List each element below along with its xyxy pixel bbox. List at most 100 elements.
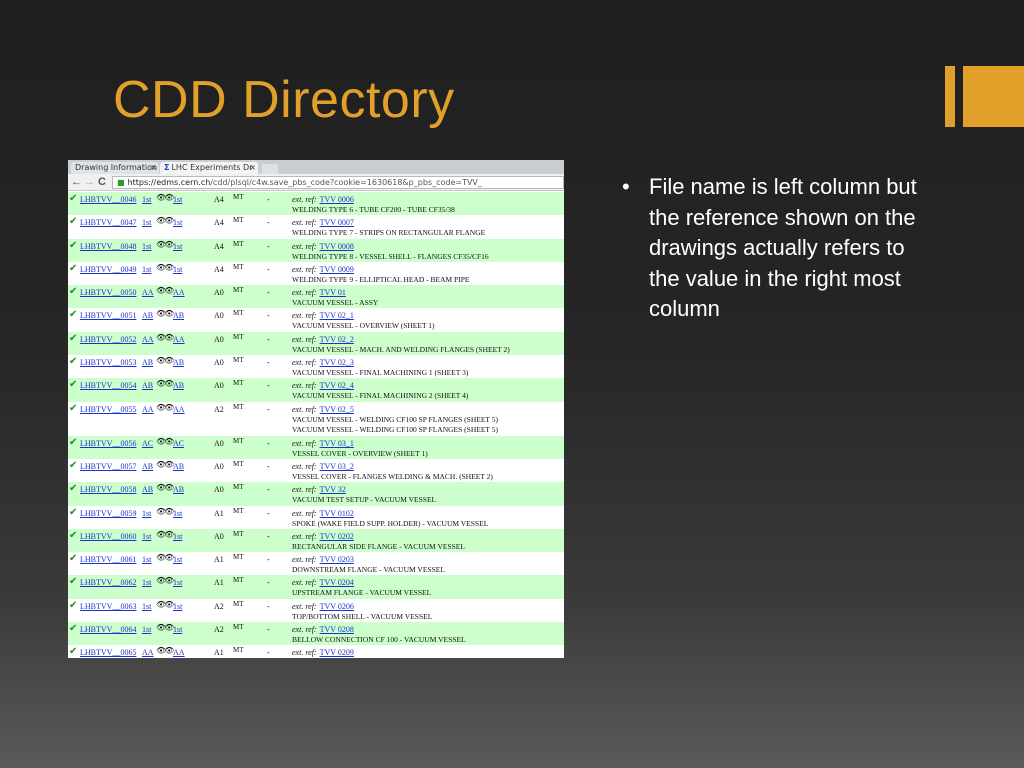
view-icon[interactable]: 👁👁	[156, 483, 174, 492]
drawing-code-link[interactable]: LHBTVV__0059	[80, 509, 136, 518]
drawing-code-link[interactable]: LHBTVV__0047	[80, 218, 136, 227]
revision-link-2[interactable]: AB	[173, 311, 184, 320]
view-icon[interactable]: 👁👁	[156, 286, 174, 295]
ext-ref-link[interactable]: TVV 03_2	[320, 462, 354, 471]
view-icon[interactable]: 👁👁	[156, 216, 174, 225]
revision-link[interactable]: AB	[142, 485, 153, 494]
ext-ref-link[interactable]: TVV 32	[320, 485, 346, 494]
drawing-code-link[interactable]: LHBTVV__0049	[80, 265, 136, 274]
close-icon[interactable]: ×	[249, 162, 256, 174]
revision-link-2[interactable]: 1st	[173, 242, 182, 251]
ext-ref-link[interactable]: TVV 0204	[320, 578, 354, 587]
revision-link[interactable]: AB	[142, 381, 153, 390]
view-icon[interactable]: 👁👁	[156, 240, 174, 249]
url-input[interactable]: ■ https://edms.cern.ch/cdd/plsql/c4w.save…	[112, 176, 564, 189]
drawing-code-link[interactable]: LHBTVV__0048	[80, 242, 136, 251]
revision-link-2[interactable]: AC	[173, 439, 184, 448]
view-icon[interactable]: 👁👁	[156, 263, 174, 272]
view-icon[interactable]: 👁👁	[156, 623, 174, 632]
ext-ref-link[interactable]: TVV 02_2	[320, 335, 354, 344]
view-icon[interactable]: 👁👁	[156, 437, 174, 446]
view-icon[interactable]: 👁👁	[156, 403, 174, 412]
revision-link[interactable]: 1st	[142, 195, 151, 204]
ext-ref-link[interactable]: TVV 02_4	[320, 381, 354, 390]
revision-link-2[interactable]: AB	[173, 462, 184, 471]
view-icon[interactable]: 👁👁	[156, 356, 174, 365]
revision-link[interactable]: AB	[142, 311, 153, 320]
ext-ref-link[interactable]: TVV 0006	[320, 195, 354, 204]
reload-icon[interactable]: C	[98, 175, 106, 189]
revision-link-2[interactable]: AA	[173, 405, 185, 414]
view-icon[interactable]: 👁👁	[156, 193, 174, 202]
ext-ref-link[interactable]: TVV 02_3	[320, 358, 354, 367]
drawing-code-link[interactable]: LHBTVV__0060	[80, 532, 136, 541]
revision-link[interactable]: 1st	[142, 602, 151, 611]
ext-ref-link[interactable]: TVV 0008	[320, 242, 354, 251]
revision-link-2[interactable]: 1st	[173, 578, 182, 587]
view-icon[interactable]: 👁👁	[156, 530, 174, 539]
ext-ref-link[interactable]: TVV 0203	[320, 555, 354, 564]
back-arrow-icon[interactable]: ←	[71, 175, 82, 189]
revision-link-2[interactable]: AB	[173, 381, 184, 390]
ext-ref-link[interactable]: TVV 0202	[320, 532, 354, 541]
revision-link-2[interactable]: AA	[173, 335, 185, 344]
revision-link[interactable]: 1st	[142, 555, 151, 564]
revision-link[interactable]: AA	[142, 335, 154, 344]
drawing-code-link[interactable]: LHBTVV__0065	[80, 648, 136, 657]
revision-link[interactable]: 1st	[142, 625, 151, 634]
revision-link-2[interactable]: 1st	[173, 555, 182, 564]
drawing-code-link[interactable]: LHBTVV__0056	[80, 439, 136, 448]
drawing-code-link[interactable]: LHBTVV__0057	[80, 462, 136, 471]
revision-link[interactable]: AA	[142, 405, 154, 414]
view-icon[interactable]: 👁👁	[156, 646, 174, 655]
revision-link[interactable]: AA	[142, 288, 154, 297]
revision-link[interactable]: AC	[142, 439, 153, 448]
drawing-code-link[interactable]: LHBTVV__0050	[80, 288, 136, 297]
view-icon[interactable]: 👁👁	[156, 333, 174, 342]
ext-ref-link[interactable]: TVV 0007	[320, 218, 354, 227]
drawing-code-link[interactable]: LHBTVV__0063	[80, 602, 136, 611]
drawing-code-link[interactable]: LHBTVV__0055	[80, 405, 136, 414]
view-icon[interactable]: 👁👁	[156, 553, 174, 562]
revision-link-2[interactable]: AA	[173, 288, 185, 297]
revision-link[interactable]: 1st	[142, 242, 151, 251]
tab-lhc-experiments[interactable]: Σ LHC Experiments Dr ×	[160, 162, 258, 174]
revision-link[interactable]: 1st	[142, 218, 151, 227]
view-icon[interactable]: 👁👁	[156, 309, 174, 318]
ext-ref-link[interactable]: TVV 0206	[320, 602, 354, 611]
drawing-code-link[interactable]: LHBTVV__0053	[80, 358, 136, 367]
revision-link-2[interactable]: 1st	[173, 509, 182, 518]
ext-ref-link[interactable]: TVV 0009	[320, 265, 354, 274]
revision-link[interactable]: 1st	[142, 578, 151, 587]
drawing-code-link[interactable]: LHBTVV__0051	[80, 311, 136, 320]
drawing-code-link[interactable]: LHBTVV__0054	[80, 381, 136, 390]
revision-link-2[interactable]: 1st	[173, 625, 182, 634]
revision-link[interactable]: AB	[142, 462, 153, 471]
close-icon[interactable]: ×	[150, 162, 157, 174]
drawing-code-link[interactable]: LHBTVV__0062	[80, 578, 136, 587]
ext-ref-link[interactable]: TVV 01	[320, 288, 346, 297]
revision-link[interactable]: AB	[142, 358, 153, 367]
ext-ref-link[interactable]: TVV 02_1	[320, 311, 354, 320]
revision-link-2[interactable]: AA	[173, 648, 185, 657]
view-icon[interactable]: 👁👁	[156, 576, 174, 585]
revision-link[interactable]: 1st	[142, 265, 151, 274]
ext-ref-link[interactable]: TVV 02_5	[320, 405, 354, 414]
view-icon[interactable]: 👁👁	[156, 379, 174, 388]
drawing-code-link[interactable]: LHBTVV__0061	[80, 555, 136, 564]
revision-link-2[interactable]: AB	[173, 485, 184, 494]
ext-ref-link[interactable]: TVV 0208	[320, 625, 354, 634]
new-tab-button[interactable]	[262, 164, 278, 174]
revision-link-2[interactable]: 1st	[173, 218, 182, 227]
ext-ref-link[interactable]: TVV 0102	[320, 509, 354, 518]
revision-link-2[interactable]: 1st	[173, 195, 182, 204]
revision-link-2[interactable]: 1st	[173, 265, 182, 274]
revision-link-2[interactable]: 1st	[173, 602, 182, 611]
drawing-code-link[interactable]: LHBTVV__0046	[80, 195, 136, 204]
revision-link[interactable]: AA	[142, 648, 154, 657]
ext-ref-link[interactable]: TVV 03_1	[320, 439, 354, 448]
view-icon[interactable]: 👁👁	[156, 460, 174, 469]
drawing-code-link[interactable]: LHBTVV__0058	[80, 485, 136, 494]
view-icon[interactable]: 👁👁	[156, 600, 174, 609]
revision-link[interactable]: 1st	[142, 509, 151, 518]
